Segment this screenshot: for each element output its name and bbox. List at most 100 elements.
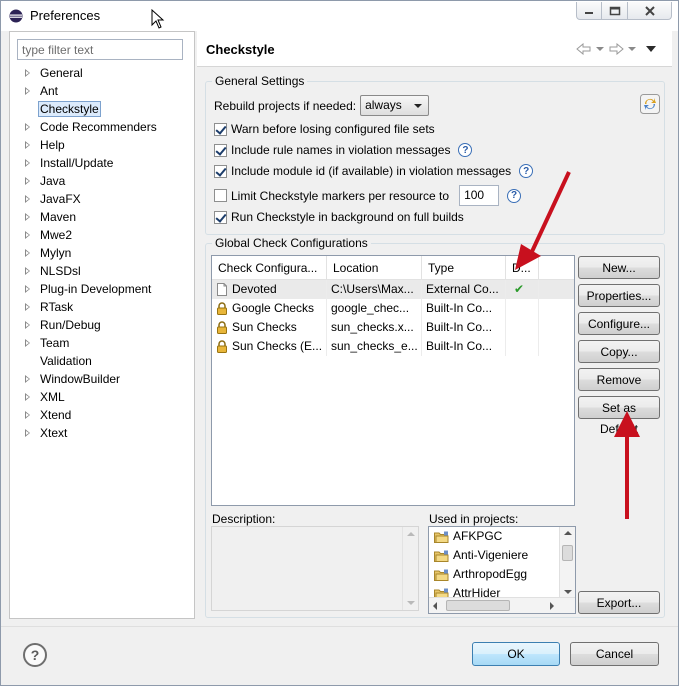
warn-checkbox[interactable]: [214, 122, 227, 136]
background-checkbox[interactable]: [214, 210, 227, 224]
refresh-projects-icon[interactable]: [640, 94, 660, 114]
limit-value-input[interactable]: 100: [459, 185, 500, 206]
tree-item[interactable]: Team: [10, 334, 194, 352]
projects-vertical-scrollbar[interactable]: [559, 527, 575, 597]
help-button[interactable]: ?: [23, 643, 47, 667]
view-menu-icon[interactable]: [646, 45, 658, 53]
tree-item[interactable]: WindowBuilder: [10, 370, 194, 388]
used-in-projects-list[interactable]: AFKPGC Anti-Vigeniere ArthropodEgg AttrHide…: [428, 526, 576, 614]
scrollbar-thumb[interactable]: [446, 600, 510, 611]
configure-button[interactable]: Configure...: [578, 312, 660, 335]
tree-item[interactable]: Run/Debug: [10, 316, 194, 334]
table-row[interactable]: Google Checks google_chec... Built-In Co..…: [212, 299, 574, 318]
properties-button[interactable]: Properties...: [578, 284, 660, 307]
expand-arrow-icon[interactable]: [25, 231, 30, 239]
table-row[interactable]: Sun Checks sun_checks.x... Built-In Co...: [212, 318, 574, 337]
limit-checkbox[interactable]: [214, 189, 227, 202]
expand-arrow-icon[interactable]: [25, 69, 30, 77]
tree-item[interactable]: Checkstyle: [10, 100, 194, 118]
warn-option-row[interactable]: Warn before losing configured file sets: [214, 122, 435, 136]
column-header-name[interactable]: Check Configura...: [212, 256, 327, 279]
column-header-location[interactable]: Location: [327, 256, 422, 279]
table-row[interactable]: Sun Checks (E... sun_checks_e... Built-In …: [212, 337, 574, 356]
help-icon[interactable]: ?: [507, 188, 522, 203]
description-scrollbar[interactable]: [402, 527, 418, 610]
list-item[interactable]: ArthropodEgg: [429, 565, 575, 584]
scrollbar-thumb[interactable]: [562, 545, 573, 561]
tree-item[interactable]: Xtext: [10, 424, 194, 442]
configurations-table[interactable]: Check Configura... Location Type D... De…: [211, 255, 575, 506]
limit-option-row[interactable]: Limit Checkstyle markers per resource to…: [214, 185, 522, 206]
module-id-option-row[interactable]: Include module id (if available) in viol…: [214, 164, 534, 178]
expand-arrow-icon[interactable]: [25, 321, 30, 329]
list-item[interactable]: Anti-Vigeniere: [429, 546, 575, 565]
back-arrow-icon[interactable]: [576, 43, 592, 55]
new-button[interactable]: New...: [578, 256, 660, 279]
tree-item[interactable]: Ant: [10, 82, 194, 100]
cancel-button[interactable]: Cancel: [570, 642, 659, 666]
background-option-row[interactable]: Run Checkstyle in background on full bui…: [214, 210, 464, 224]
expand-arrow-icon[interactable]: [25, 141, 30, 149]
filter-input[interactable]: [17, 39, 183, 60]
tree-item[interactable]: Xtend: [10, 406, 194, 424]
scroll-down-icon[interactable]: [564, 589, 572, 595]
expand-arrow-icon[interactable]: [25, 249, 30, 257]
scroll-up-icon[interactable]: [564, 530, 572, 536]
back-dropdown-icon[interactable]: [596, 46, 604, 52]
column-header-default[interactable]: D...: [506, 256, 539, 279]
expand-arrow-icon[interactable]: [25, 429, 30, 437]
tree-item[interactable]: NLSDsl: [10, 262, 194, 280]
tree-item[interactable]: Plug-in Development: [10, 280, 194, 298]
tree-item[interactable]: Install/Update: [10, 154, 194, 172]
forward-arrow-icon[interactable]: [608, 43, 624, 55]
tree-item[interactable]: RTask: [10, 298, 194, 316]
rebuild-select[interactable]: always: [360, 95, 430, 116]
expand-arrow-icon[interactable]: [25, 159, 30, 167]
expand-arrow-icon[interactable]: [25, 339, 30, 347]
expand-arrow-icon[interactable]: [25, 303, 30, 311]
tree-item[interactable]: XML: [10, 388, 194, 406]
column-header-type[interactable]: Type: [422, 256, 506, 279]
expand-arrow-icon[interactable]: [25, 123, 30, 131]
minimize-button[interactable]: [576, 2, 602, 20]
remove-button[interactable]: Remove: [578, 368, 660, 391]
expand-arrow-icon[interactable]: [25, 393, 30, 401]
help-icon[interactable]: ?: [458, 143, 473, 157]
list-item[interactable]: AFKPGC: [429, 527, 575, 546]
title-bar[interactable]: Preferences: [1, 1, 678, 31]
scroll-left-icon[interactable]: [432, 602, 438, 610]
export-button[interactable]: Export...: [578, 591, 660, 614]
scroll-right-icon[interactable]: [549, 602, 555, 610]
tree-item[interactable]: Mwe2: [10, 226, 194, 244]
tree-item[interactable]: Help: [10, 136, 194, 154]
projects-horizontal-scrollbar[interactable]: [429, 597, 575, 613]
set-as-default-button[interactable]: Set as Default: [578, 396, 660, 436]
expand-arrow-icon[interactable]: [25, 195, 30, 203]
maximize-button[interactable]: [602, 2, 628, 20]
scroll-up-icon[interactable]: [407, 531, 415, 537]
tree-item[interactable]: Validation: [10, 352, 194, 370]
expand-arrow-icon[interactable]: [25, 267, 30, 275]
tree-item[interactable]: Code Recommenders: [10, 118, 194, 136]
ok-button[interactable]: OK: [472, 642, 560, 666]
expand-arrow-icon[interactable]: [25, 87, 30, 95]
expand-arrow-icon[interactable]: [25, 177, 30, 185]
rule-names-checkbox[interactable]: [214, 143, 227, 157]
expand-arrow-icon[interactable]: [25, 285, 30, 293]
tree-item[interactable]: General: [10, 64, 194, 82]
copy-button[interactable]: Copy...: [578, 340, 660, 363]
tree-item[interactable]: Maven: [10, 208, 194, 226]
tree-item[interactable]: Mylyn: [10, 244, 194, 262]
help-icon[interactable]: ?: [519, 164, 534, 178]
forward-dropdown-icon[interactable]: [628, 46, 636, 52]
expand-arrow-icon[interactable]: [25, 213, 30, 221]
rule-names-option-row[interactable]: Include rule names in violation messages…: [214, 143, 473, 157]
tree-item[interactable]: Java: [10, 172, 194, 190]
module-id-checkbox[interactable]: [214, 164, 227, 178]
table-row[interactable]: Devoted C:\Users\Max... External Co... ✔: [212, 280, 574, 299]
expand-arrow-icon[interactable]: [25, 411, 30, 419]
expand-arrow-icon[interactable]: [25, 375, 30, 383]
scroll-down-icon[interactable]: [407, 600, 415, 606]
close-button[interactable]: [628, 2, 672, 20]
tree-item[interactable]: JavaFX: [10, 190, 194, 208]
